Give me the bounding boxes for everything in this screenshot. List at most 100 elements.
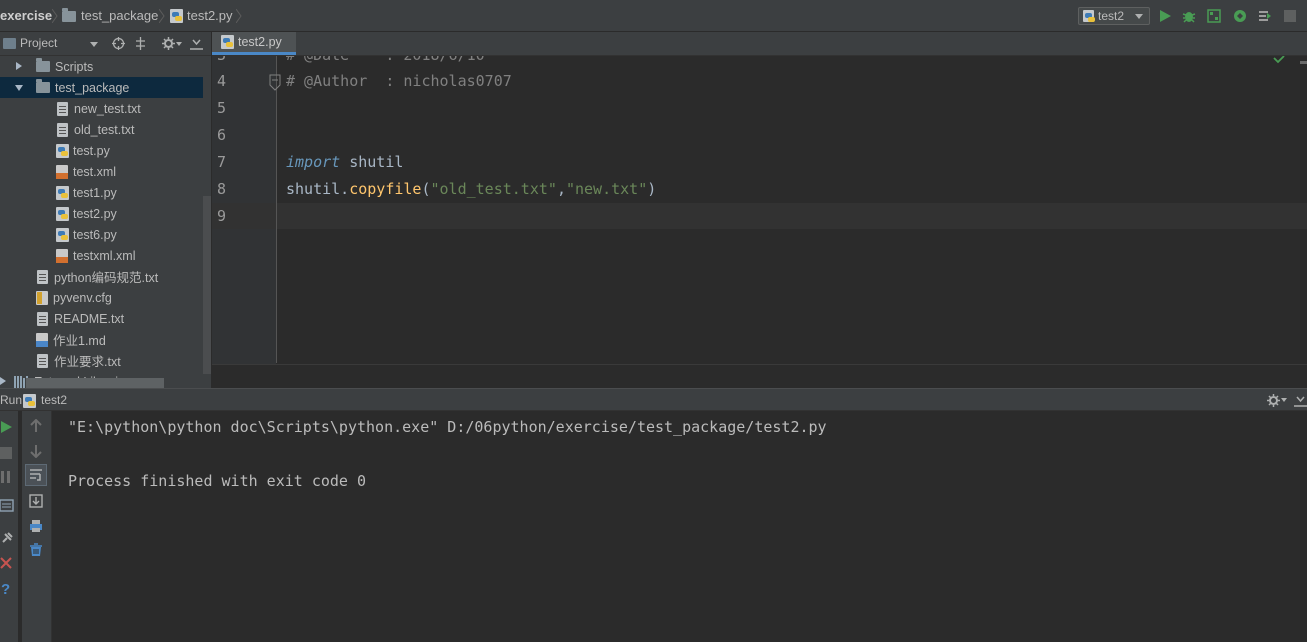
hide-panel-icon[interactable]: [1294, 394, 1307, 407]
run-toolbar: ?: [0, 411, 18, 642]
config-file-icon: [36, 290, 48, 305]
gear-icon[interactable]: [162, 37, 175, 50]
arrow-down-icon[interactable]: [29, 444, 43, 458]
target-icon[interactable]: [112, 37, 125, 50]
gutter-divider: [276, 56, 277, 363]
console-line: Process finished with exit code 0: [68, 472, 367, 490]
markdown-file-icon: [36, 332, 48, 347]
tree-item-file[interactable]: python编码规范.txt: [0, 266, 203, 287]
chevron-down-icon[interactable]: [176, 42, 182, 46]
text-file-icon: [37, 353, 48, 368]
restore-layout-icon[interactable]: [0, 499, 14, 513]
python-file-icon: [56, 143, 69, 158]
fold-icon[interactable]: [269, 74, 281, 91]
xml-file-icon: [56, 248, 68, 263]
current-line-highlight: [212, 203, 1307, 229]
breadcrumb-project[interactable]: exercise: [0, 8, 52, 24]
tree-item-file[interactable]: old_test.txt: [0, 119, 203, 140]
tree-item-file[interactable]: pyvenv.cfg: [0, 287, 203, 308]
breadcrumb-separator-icon: [236, 9, 242, 23]
chevron-down-icon: [1135, 14, 1143, 19]
gear-icon[interactable]: [1267, 394, 1280, 407]
close-icon[interactable]: [0, 557, 14, 571]
breadcrumb-separator-icon: [159, 9, 165, 23]
breadcrumb-project-label: exercise: [0, 8, 53, 23]
line-number: 4: [216, 72, 226, 90]
chevron-down-icon[interactable]: [15, 85, 23, 91]
tree-item-label: test1.py: [73, 185, 117, 200]
run-panel-label: Run: [0, 393, 23, 407]
console-output[interactable]: "E:\python\python doc\Scripts\python.exe…: [52, 411, 1307, 642]
line-number: 7: [216, 153, 226, 171]
code-editor[interactable]: 3 # @Date : 2018/6/10 4 # @Author : nich…: [212, 56, 1307, 388]
tree-item-file[interactable]: test2.py: [0, 203, 203, 224]
profile-icon[interactable]: [1233, 9, 1247, 23]
breadcrumb-folder[interactable]: test_package: [62, 7, 159, 24]
line-number: 9: [216, 207, 226, 225]
trash-icon[interactable]: [29, 543, 43, 557]
collapse-all-icon[interactable]: [134, 37, 147, 50]
stop-icon[interactable]: [0, 446, 14, 460]
hide-panel-icon[interactable]: [190, 37, 203, 50]
tree-item-label: test_package: [55, 80, 130, 95]
string-token: "old_test.txt": [430, 180, 557, 198]
breadcrumb-folder-label: test_package: [81, 8, 159, 23]
debug-icon[interactable]: [1182, 9, 1196, 23]
error-stripe-marker[interactable]: [1300, 61, 1307, 64]
tree-item-label: Scripts: [55, 59, 94, 74]
comma-token: ,: [556, 180, 566, 198]
tree-item-scripts[interactable]: Scripts: [0, 56, 203, 77]
tree-item-file[interactable]: 作业要求.txt: [0, 350, 203, 371]
tree-item-label: 作业要求.txt: [54, 355, 121, 369]
tab-test2-py[interactable]: test2.py: [212, 32, 296, 55]
python-file-icon: [221, 35, 234, 49]
concurrency-icon[interactable]: [1258, 9, 1272, 23]
tree-item-file[interactable]: new_test.txt: [0, 98, 203, 119]
code-line: shutil.copyfile("old_test.txt","new.txt"…: [286, 180, 656, 198]
function-token: copyfile: [349, 180, 422, 198]
editor-tab-label: test2.py: [238, 35, 282, 49]
stop-icon[interactable]: [1283, 9, 1297, 23]
string-token: "new.txt": [565, 180, 648, 198]
soft-wrap-icon: [30, 469, 42, 481]
tree-item-file[interactable]: testxml.xml: [0, 245, 203, 266]
horizontal-scrollbar[interactable]: [26, 378, 164, 388]
editor-horizontal-scroll[interactable]: [212, 364, 1307, 388]
tree-item-label: 作业1.md: [53, 334, 106, 348]
help-icon[interactable]: ?: [0, 581, 14, 595]
arrow-up-icon[interactable]: [29, 419, 43, 433]
run-icon[interactable]: [1158, 9, 1172, 23]
rerun-icon[interactable]: [0, 420, 14, 434]
breadcrumb-file[interactable]: test2.py: [170, 8, 233, 24]
breadcrumb-separator-icon: [52, 9, 58, 23]
chevron-right-icon[interactable]: [0, 377, 6, 385]
chevron-down-icon[interactable]: [90, 42, 98, 47]
vertical-scrollbar[interactable]: [203, 196, 211, 374]
scroll-to-end-icon[interactable]: [29, 494, 43, 508]
tree-item-file[interactable]: test1.py: [0, 182, 203, 203]
tree-item-file[interactable]: 作业1.md: [0, 329, 203, 350]
paren-token: ): [647, 180, 657, 198]
pause-icon[interactable]: [0, 470, 14, 484]
run-configuration-label: test2: [1098, 9, 1125, 23]
tree-item-label: README.txt: [54, 311, 125, 326]
tree-item-test-package[interactable]: test_package: [0, 77, 203, 98]
tree-item-file[interactable]: test.xml: [0, 161, 203, 182]
coverage-icon[interactable]: [1207, 9, 1221, 23]
python-file-icon: [1083, 10, 1095, 22]
project-icon: [3, 38, 16, 49]
print-icon[interactable]: [29, 519, 43, 533]
python-file-icon: [56, 227, 69, 242]
tree-item-file[interactable]: test6.py: [0, 224, 203, 245]
project-panel-title[interactable]: Project: [20, 36, 57, 50]
line-number: 3: [212, 56, 226, 64]
run-configuration-select[interactable]: test2: [1078, 7, 1150, 25]
chevron-right-icon[interactable]: [16, 62, 22, 70]
tree-item-label: test.py: [73, 143, 110, 158]
pin-icon[interactable]: [0, 531, 14, 545]
tree-item-file[interactable]: README.txt: [0, 308, 203, 329]
tree-item-file[interactable]: test.py: [0, 140, 203, 161]
chevron-down-icon[interactable]: [1281, 398, 1287, 402]
run-config-tab[interactable]: test2: [41, 393, 67, 407]
soft-wrap-toggle[interactable]: [25, 464, 47, 486]
